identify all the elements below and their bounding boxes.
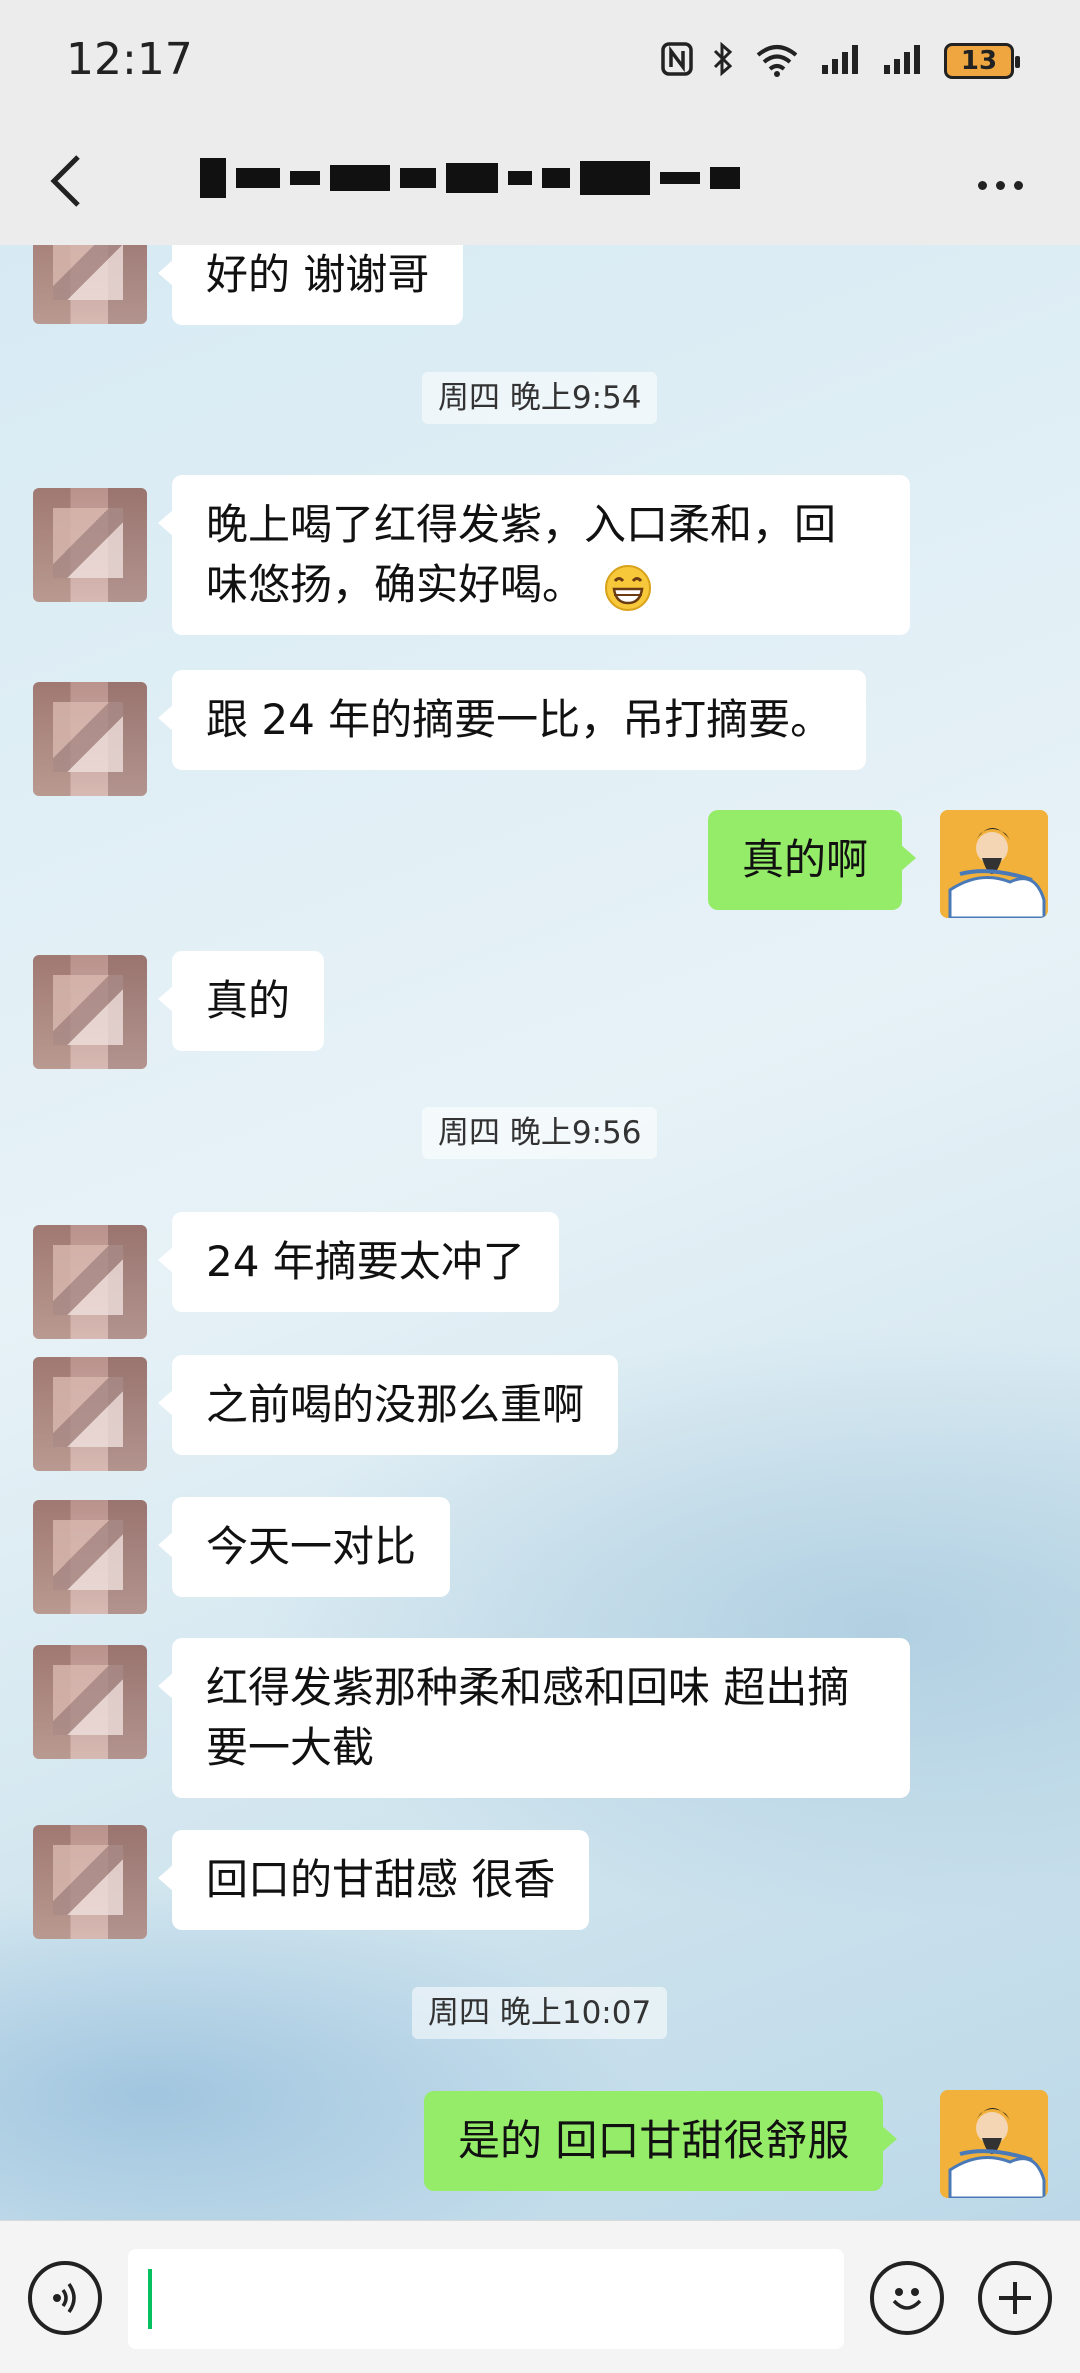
message-bubble-received[interactable]: 今天一对比 — [157, 1497, 451, 1597]
status-icons: 13 — [660, 38, 1020, 84]
wifi-6-icon — [752, 41, 802, 81]
status-bar: 12:17 13 — [0, 0, 1080, 120]
message-text-line: 味悠扬，确实好喝。 — [206, 560, 585, 609]
battery-level: 13 — [960, 46, 998, 76]
message-bubble-received[interactable]: 红得发紫那种柔和感和回味 超出摘 要一大截 — [158, 1638, 910, 1798]
my-avatar[interactable] — [940, 810, 1048, 918]
message-bubble-received[interactable]: 跟 24 年的摘要一比，吊打摘要。 — [157, 670, 867, 770]
signal-icon — [820, 43, 864, 79]
more-button[interactable] — [960, 160, 1040, 210]
contact-avatar[interactable] — [33, 488, 147, 602]
contact-avatar[interactable] — [33, 682, 147, 796]
message-text: 真的 — [206, 976, 291, 1025]
message-text: 是的 回口甘甜很舒服 — [458, 2116, 850, 2165]
message-text: 跟 24 年的摘要一比，吊打摘要。 — [206, 695, 833, 744]
more-horizontal-icon — [977, 180, 987, 190]
contact-avatar[interactable] — [33, 1357, 147, 1471]
text-caret — [148, 2269, 152, 2329]
contact-avatar[interactable] — [33, 245, 147, 324]
plus-button[interactable] — [978, 2261, 1052, 2335]
plus-icon — [999, 2282, 1031, 2314]
message-bubble-sent[interactable]: 是的 回口甘甜很舒服 — [424, 2091, 898, 2191]
timestamp: 周四 晚上9:54 — [422, 372, 658, 424]
message-bubble-received[interactable]: 之前喝的没那么重啊 — [157, 1355, 619, 1455]
message-text: 回口的甘甜感 很香 — [206, 1855, 556, 1904]
contact-avatar[interactable] — [33, 1500, 147, 1614]
message-text-line: 红得发紫那种柔和感和回味 超出摘 — [206, 1663, 850, 1712]
chat-message-list[interactable]: 好的 谢谢哥 周四 晚上9:54 晚上喝了红得发紫，入口柔和，回 味悠扬，确实好… — [0, 245, 1080, 2220]
timestamp: 周四 晚上9:56 — [422, 1107, 658, 1159]
timestamp: 周四 晚上10:07 — [412, 1987, 668, 2039]
message-bubble-received[interactable]: 回口的甘甜感 很香 — [157, 1830, 590, 1930]
avatar-illustration — [940, 810, 1048, 918]
back-button[interactable] — [36, 146, 96, 216]
emoji-icon — [892, 2288, 922, 2310]
voice-icon — [53, 2282, 76, 2314]
grin-emoji — [605, 564, 652, 611]
contact-avatar[interactable] — [33, 1645, 147, 1759]
avatar-illustration — [940, 2090, 1048, 2198]
message-bubble-received[interactable]: 24 年摘要太冲了 — [158, 1212, 559, 1312]
nfc-icon — [660, 41, 694, 81]
message-text: 好的 谢谢哥 — [206, 250, 430, 299]
message-bubble-received[interactable]: 好的 谢谢哥 — [157, 245, 464, 325]
message-input[interactable] — [128, 2249, 844, 2349]
bluetooth-icon — [712, 41, 734, 81]
status-time: 12:17 — [66, 34, 193, 85]
battery-icon: 13 — [944, 43, 1020, 79]
contact-avatar[interactable] — [33, 1225, 147, 1339]
message-text: 真的啊 — [742, 835, 869, 884]
emoji-button[interactable] — [870, 2261, 944, 2335]
contact-avatar[interactable] — [33, 1825, 147, 1939]
message-text-line: 晚上喝了红得发紫，入口柔和，回 — [206, 500, 837, 549]
chat-header — [0, 120, 1080, 245]
chat-title-redacted — [200, 158, 880, 214]
voice-button[interactable] — [28, 2261, 102, 2335]
message-bubble-received[interactable]: 晚上喝了红得发紫，入口柔和，回 味悠扬，确实好喝。 — [158, 475, 910, 635]
my-avatar[interactable] — [940, 2090, 1048, 2198]
message-text: 24 年摘要太冲了 — [206, 1237, 525, 1286]
contact-avatar[interactable] — [33, 955, 147, 1069]
message-text: 之前喝的没那么重啊 — [206, 1380, 585, 1429]
message-bubble-sent[interactable]: 真的啊 — [708, 810, 917, 910]
message-text: 今天一对比 — [206, 1522, 417, 1571]
chevron-left-icon — [50, 155, 80, 207]
input-bar — [0, 2220, 1080, 2373]
message-bubble-received[interactable]: 真的 — [157, 951, 325, 1051]
message-text-line: 要一大截 — [206, 1723, 375, 1772]
signal-icon — [882, 43, 926, 79]
